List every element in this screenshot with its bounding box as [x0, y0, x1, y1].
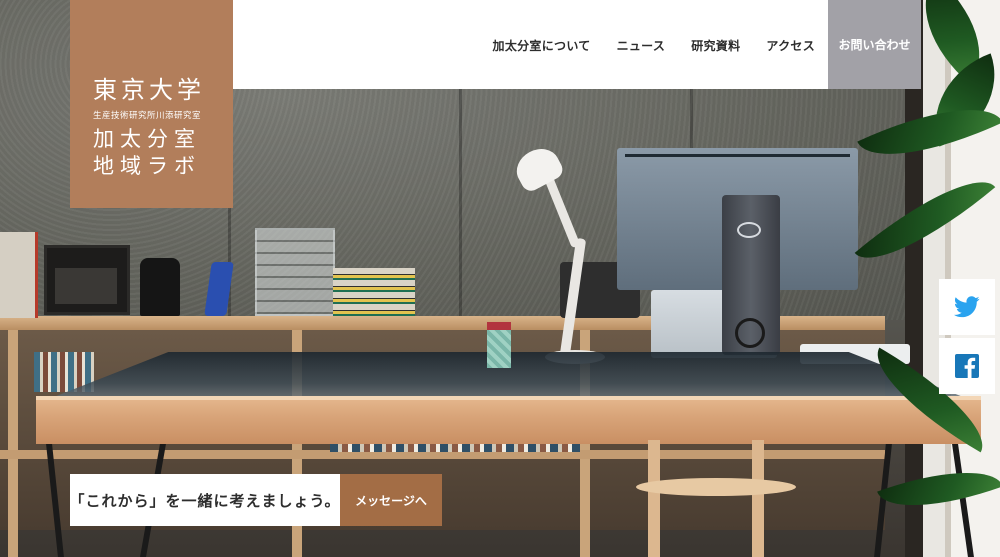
facebook-icon [955, 354, 979, 378]
camera [140, 258, 180, 316]
global-nav: 加太分室について ニュース 研究資料 アクセス [233, 0, 828, 89]
pen-cup [487, 322, 511, 368]
monitor-logo [737, 222, 761, 238]
stool-leg [752, 440, 764, 557]
logo-lab-name: 生産技術研究所川添研究室 [93, 111, 202, 121]
message-button[interactable]: メッセージへ [340, 474, 442, 526]
nav-item-news[interactable]: ニュース [617, 37, 666, 54]
desk-edge [36, 396, 981, 444]
nav-list: 加太分室について ニュース 研究資料 アクセス [493, 37, 815, 54]
photo-frame [44, 245, 130, 315]
stool [636, 478, 796, 496]
book [0, 232, 38, 318]
shelf-divider [8, 330, 18, 557]
drawer-organizer [255, 228, 335, 316]
cable [735, 318, 765, 348]
logo-regional-lab: 地域ラボ [93, 154, 201, 178]
twitter-icon [954, 296, 980, 318]
stool-leg [648, 440, 660, 557]
nav-item-research[interactable]: 研究資料 [691, 37, 740, 54]
paper-tray [333, 268, 415, 316]
nav-item-about[interactable]: 加太分室について [493, 37, 591, 54]
nav-item-access[interactable]: アクセス [766, 37, 815, 54]
twitter-button[interactable] [939, 279, 995, 335]
logo-university: 東京大学 [93, 76, 205, 104]
site-logo[interactable]: 東京大学 生産技術研究所川添研究室 加太分室 地域ラボ [70, 0, 233, 208]
facebook-button[interactable] [939, 338, 995, 394]
logo-branch: 加太分室 [93, 127, 201, 151]
contact-button[interactable]: お問い合わせ [828, 0, 921, 89]
tagline: 「これから」を一緒に考えましょう。 [69, 474, 340, 526]
